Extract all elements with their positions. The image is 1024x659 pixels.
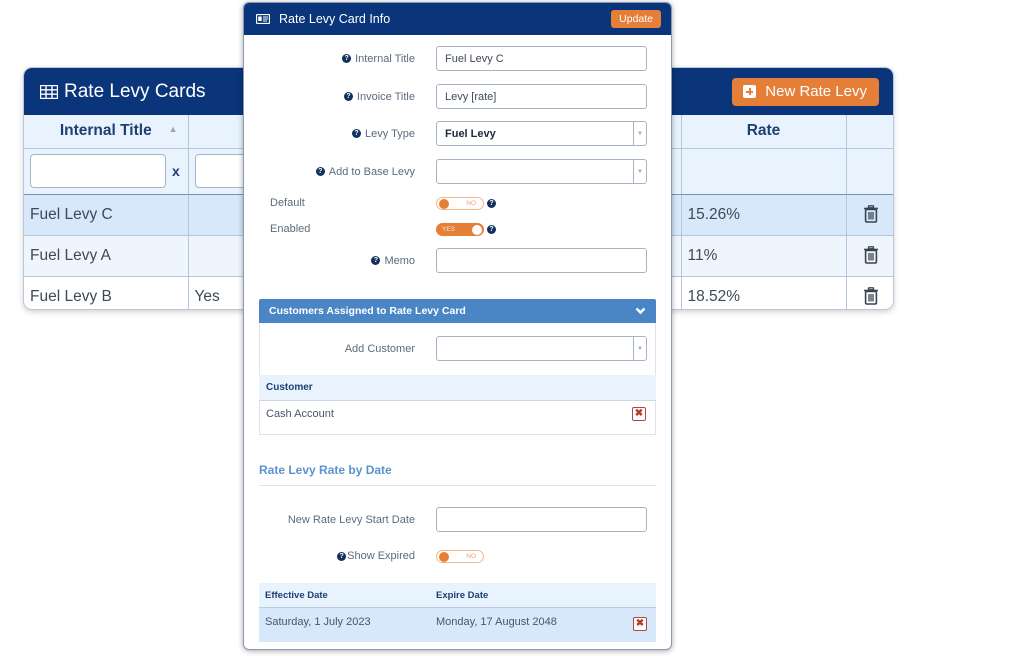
start-date-label: New Rate Levy Start Date [287, 513, 415, 526]
show-expired-toggle[interactable]: NO [436, 550, 484, 563]
sort-asc-icon[interactable]: ▲ [169, 124, 178, 134]
rate-levy-card-info-modal: Rate Levy Card Info Update ? Internal Ti… [243, 2, 672, 650]
trash-icon[interactable] [863, 205, 879, 224]
cell-internal-title: Fuel Levy A [24, 235, 189, 277]
enabled-toggle[interactable]: YES [436, 223, 484, 236]
help-icon[interactable]: ? [315, 167, 325, 176]
help-icon[interactable]: ? [342, 54, 352, 63]
toggle-state: NO [466, 553, 476, 560]
modal-title: Rate Levy Card Info [256, 12, 390, 26]
filter-cell-internal-title: x [24, 148, 189, 195]
chevron-down-icon[interactable]: ▼ [633, 337, 646, 360]
internal-title-label: ? Internal Title [244, 53, 415, 65]
trash-icon[interactable] [863, 246, 879, 265]
filter-cell-actions [846, 148, 893, 195]
add-to-base-levy-row: ? Add to Base Levy ▼ [244, 159, 671, 184]
toggle-knob [472, 225, 482, 235]
add-to-base-levy-select[interactable]: ▼ [436, 159, 647, 184]
customer-name: Cash Account [266, 408, 334, 420]
delete-row-button[interactable] [846, 235, 893, 277]
toggle-knob [439, 199, 449, 209]
table-grid-icon [40, 84, 58, 99]
add-customer-select[interactable]: ▼ [436, 336, 647, 361]
chevron-down-icon[interactable]: ▼ [633, 122, 646, 145]
remove-customer-icon[interactable]: ✖ [632, 407, 646, 421]
start-date-input[interactable] [436, 507, 647, 532]
help-icon[interactable]: ? [337, 551, 347, 561]
memo-input[interactable] [436, 248, 647, 273]
default-label: Default [270, 197, 305, 209]
expire-date: Monday, 17 August 2048 [436, 616, 557, 628]
add-customer-row: Add Customer ▼ [244, 336, 671, 361]
default-toggle[interactable]: NO [436, 197, 484, 210]
date-table-header: Effective Date Expire Date [259, 583, 656, 608]
delete-row-button[interactable] [846, 194, 893, 236]
column-header-actions [846, 115, 893, 149]
modal-header: Rate Levy Card Info Update [244, 3, 671, 35]
update-button[interactable]: Update [611, 10, 661, 28]
enabled-label: Enabled [270, 223, 311, 235]
internal-title-row: ? Internal Title Fuel Levy C [244, 46, 671, 71]
show-expired-row: ? Show Expired NO [244, 549, 671, 563]
toggle-state: NO [466, 200, 476, 207]
internal-title-input[interactable]: Fuel Levy C [436, 46, 647, 71]
panel-title: Rate Levy Cards [40, 81, 206, 103]
add-customer-label: Add Customer [344, 342, 415, 355]
table-row[interactable]: Saturday, 1 July 2023 Monday, 17 August … [259, 608, 656, 642]
id-card-icon [256, 14, 270, 24]
cell-internal-title: Fuel Levy B [24, 276, 189, 309]
remove-rate-icon[interactable]: ✖ [633, 617, 647, 631]
trash-icon[interactable] [863, 287, 879, 306]
filter-internal-title-input[interactable] [30, 154, 166, 188]
help-icon[interactable]: ? [487, 199, 496, 208]
invoice-title-label: ? Invoice Title [244, 91, 415, 103]
toggle-knob [439, 552, 449, 562]
levy-type-select[interactable]: Fuel Levy ▼ [436, 121, 647, 146]
list-item: Cash Account ✖ [259, 401, 656, 427]
cell-rate: 11% [681, 235, 847, 277]
chevron-down-icon[interactable]: ▼ [633, 160, 646, 183]
column-header-effective-date: Effective Date [265, 590, 328, 601]
column-header-expire-date: Expire Date [436, 590, 489, 601]
help-icon[interactable]: ? [371, 256, 381, 265]
panel-title-text: Rate Levy Cards [64, 80, 206, 102]
help-icon[interactable]: ? [343, 92, 353, 101]
column-header-internal-title[interactable]: Internal Title ▲ [24, 115, 189, 149]
filter-cell-rate [681, 148, 847, 195]
invoice-title-input[interactable]: Levy [rate] [436, 84, 647, 109]
effective-date: Saturday, 1 July 2023 [265, 616, 371, 628]
rate-by-date-title: Rate Levy Rate by Date [259, 463, 392, 477]
chevron-down-icon[interactable] [635, 307, 646, 315]
show-expired-label: ? Show Expired [244, 550, 415, 562]
plus-square-icon [743, 85, 757, 98]
divider [259, 485, 656, 486]
delete-row-button[interactable] [846, 276, 893, 309]
new-rate-levy-button[interactable]: New Rate Levy [732, 77, 879, 106]
memo-row: ? Memo [244, 248, 671, 273]
cell-rate: 18.52% [681, 276, 847, 309]
levy-type-row: ? Levy Type Fuel Levy ▼ [244, 121, 671, 146]
toggle-state: YES [442, 226, 456, 233]
new-rate-levy-label: New Rate Levy [765, 83, 867, 100]
help-icon[interactable]: ? [352, 129, 362, 138]
levy-type-label: ? Levy Type [244, 128, 415, 140]
modal-title-text: Rate Levy Card Info [279, 12, 391, 26]
clear-filter-button[interactable]: x [172, 163, 180, 179]
start-date-row: New Rate Levy Start Date [244, 507, 671, 532]
cell-internal-title: Fuel Levy C [24, 194, 189, 236]
help-icon[interactable]: ? [487, 225, 496, 234]
customers-section-title: Customers Assigned to Rate Levy Card [269, 305, 466, 317]
add-to-base-levy-label: ? Add to Base Levy [244, 166, 415, 178]
column-header-rate[interactable]: Rate [681, 115, 847, 149]
customer-column-header: Customer [259, 375, 656, 401]
memo-label: ? Memo [244, 255, 415, 267]
cell-rate: 15.26% [681, 194, 847, 236]
levy-type-value: Fuel Levy [445, 127, 496, 140]
customers-section-header[interactable]: Customers Assigned to Rate Levy Card [259, 299, 656, 323]
invoice-title-row: ? Invoice Title Levy [rate] [244, 84, 671, 109]
